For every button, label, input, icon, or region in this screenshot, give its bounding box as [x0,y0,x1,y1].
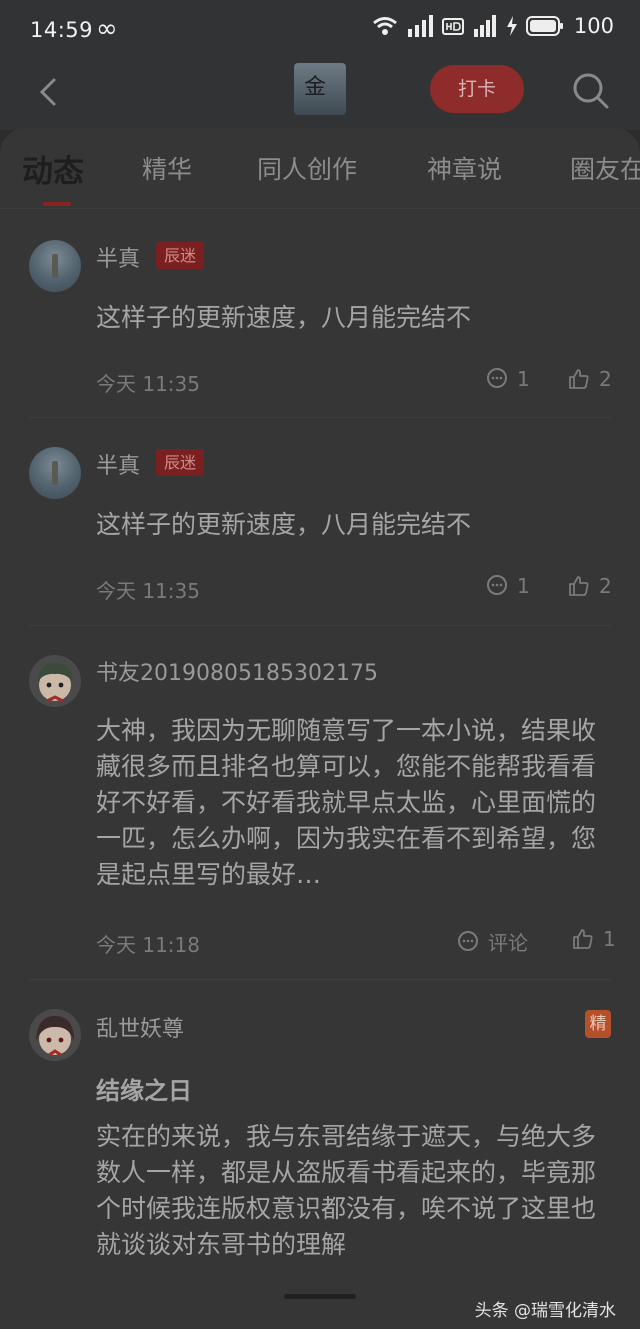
active-tab-indicator [43,202,71,206]
tab-dynamic[interactable]: 动态 [22,146,84,191]
like-count: 2 [599,574,612,598]
post-title[interactable]: 结缘之日 [96,1071,192,1106]
post-time: 今天 11:35 [96,579,200,603]
comment-icon [458,930,478,951]
post-text[interactable]: 这样子的更新速度，八月能完结不 [96,300,616,336]
status-time: 14:59 [30,18,94,42]
comment-label: 评论 [488,931,528,955]
divider [29,625,611,626]
post-username[interactable]: 半真 [96,448,140,480]
logo-glyph: 金 [304,75,327,100]
checkin-button[interactable]: 打卡 [430,65,524,113]
divider [29,979,611,980]
battery-icon [525,16,563,36]
circle-feed-sheet: 动态 精华 同人创作 神章说 圈友在 半真 辰迷 这样子的更新速度，八月能完结不… [0,128,640,1329]
circle-logo[interactable]: 金 [294,63,346,115]
thumbs-up-icon [573,929,593,949]
back-arrow-icon[interactable] [34,72,64,112]
signal-4g-icon [407,15,433,37]
anime-avatar-image [37,663,73,703]
post-username[interactable]: 半真 [96,241,140,273]
post-username[interactable]: 书友20190805185302175 [96,655,378,687]
post-text[interactable]: 大神，我因为无聊随意写了一本小说，结果收藏很多而且排名也算可以，您能不能帮我看看… [96,713,616,895]
comment-count: 1 [517,574,530,598]
search-icon[interactable] [570,70,610,110]
like-count: 2 [599,367,612,391]
post-time: 今天 11:18 [96,933,200,957]
status-bar: 14:59 ∞ 100 [0,0,640,60]
tab-circle-friends[interactable]: 圈友在 [570,150,640,186]
fan-badge: 辰迷 [156,242,205,269]
battery-level: 100 [573,14,614,38]
comment-count: 1 [517,367,530,391]
anime-avatar-image [36,1016,74,1057]
tab-fan-creation[interactable]: 同人创作 [257,150,357,186]
watermark: 头条 @瑞雪化清水 [474,1301,616,1321]
like-button[interactable]: 2 [567,574,612,598]
avatar[interactable] [29,447,81,499]
avatar[interactable] [29,1009,81,1061]
top-app-bar: 金 打卡 [0,60,640,130]
post-text[interactable]: 实在的来说，我与东哥结缘于遮天，与绝大多数人一样，都是从盗版看书看起来的，毕竟那… [96,1119,616,1259]
featured-badge: 精 [585,1010,611,1038]
comment-button[interactable]: 1 [485,367,530,391]
home-indicator[interactable] [284,1294,356,1299]
tab-featured[interactable]: 精华 [142,150,192,186]
avatar[interactable] [29,655,81,707]
charging-icon [506,16,517,36]
like-button[interactable]: 2 [567,367,612,391]
comment-icon [487,368,507,388]
post-time: 今天 11:35 [96,372,200,396]
wifi-icon [372,17,397,35]
avatar[interactable] [29,240,81,292]
comment-button[interactable]: 1 [485,574,530,598]
infinity-icon: ∞ [96,14,118,44]
thumbs-up-icon [569,576,589,596]
tab-epic-chapter[interactable]: 神章说 [427,150,502,186]
fan-badge: 辰迷 [156,449,205,476]
post-username[interactable]: 乱世妖尊 [96,1011,184,1043]
like-button[interactable]: 1 [571,927,616,951]
like-count: 1 [603,927,616,951]
tab-bar: 动态 精华 同人创作 神章说 圈友在 [0,128,640,209]
thumbs-up-icon [569,369,589,389]
divider [29,417,611,418]
signal-icon [473,15,496,37]
comment-icon [487,575,507,595]
post-text[interactable]: 这样子的更新速度，八月能完结不 [96,507,616,543]
hd-icon [441,18,464,35]
comment-button[interactable]: 评论 [456,927,528,956]
